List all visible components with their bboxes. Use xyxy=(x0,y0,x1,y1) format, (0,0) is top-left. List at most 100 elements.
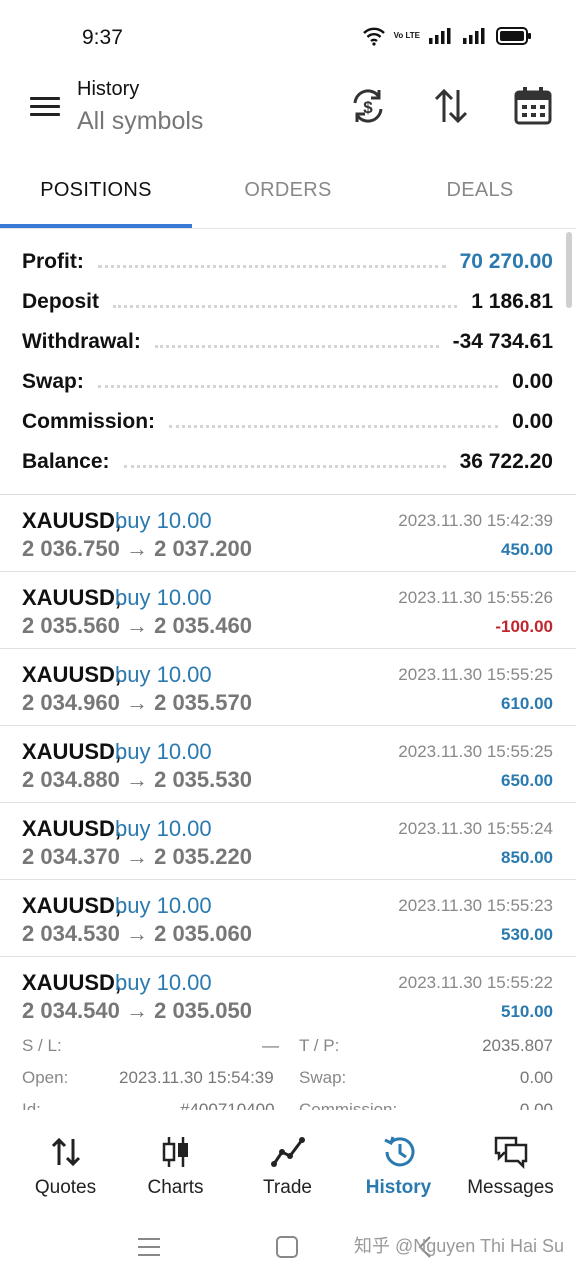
position-side: buy 10.00 xyxy=(115,970,212,995)
nav-trade[interactable]: Trade xyxy=(230,1110,345,1210)
nav-label: History xyxy=(365,1177,432,1198)
position-side: buy 10.00 xyxy=(115,816,212,841)
position-row[interactable]: XAUUSD, buy 10.00 2 034.880 → 2 035.530 … xyxy=(0,726,576,803)
position-row[interactable]: XAUUSD, buy 10.00 2 036.750 → 2 037.200 … xyxy=(0,495,576,572)
swap-label: Swap: xyxy=(299,1068,347,1087)
position-row[interactable]: XAUUSD, buy 10.00 2 035.560 → 2 035.460 … xyxy=(0,572,576,649)
position-side: buy 10.00 xyxy=(115,893,212,918)
position-prices: 2 034.880 → 2 035.530 xyxy=(22,767,252,792)
summary-row-deposit: Deposit 1 186.81 xyxy=(22,282,553,322)
position-profit: 510.00 xyxy=(501,1002,553,1021)
position-row[interactable]: XAUUSD, buy 10.00 2 034.370 → 2 035.220 … xyxy=(0,803,576,880)
summary-value: 0.00 xyxy=(512,370,553,393)
tab-positions[interactable]: POSITIONS xyxy=(0,152,192,228)
position-prices: 2 034.960 → 2 035.570 xyxy=(22,690,252,715)
summary-value: -34 734.61 xyxy=(452,330,553,353)
position-symbol: XAUUSD, xyxy=(22,970,122,995)
summary-row-withdrawal: Withdrawal: -34 734.61 xyxy=(22,322,553,362)
tp-value: 2035.807 xyxy=(482,1036,553,1055)
summary-row-balance: Balance: 36 722.20 xyxy=(22,442,553,482)
wifi-icon xyxy=(362,27,385,46)
id-value: #400710400 xyxy=(180,1100,275,1110)
position-datetime: 2023.11.30 15:55:23 xyxy=(398,896,553,915)
position-symbol: XAUUSD, xyxy=(22,893,122,918)
position-symbol: XAUUSD, xyxy=(22,662,122,687)
open-value: 2023.11.30 15:54:39 xyxy=(119,1068,274,1087)
bottom-navigation: Quotes Charts Trade History Messages xyxy=(0,1110,576,1210)
position-datetime: 2023.11.30 15:42:39 xyxy=(398,511,553,530)
summary-label: Deposit xyxy=(22,290,100,313)
summary-label: Swap: xyxy=(22,370,84,393)
position-profit: -100.00 xyxy=(495,617,553,636)
status-time: 9:37 xyxy=(82,26,123,49)
position-profit: 450.00 xyxy=(501,540,553,559)
tp-label: T / P: xyxy=(299,1036,340,1055)
position-side: buy 10.00 xyxy=(115,508,212,533)
currency-exchange-icon[interactable]: $ xyxy=(348,86,388,126)
position-side: buy 10.00 xyxy=(115,739,212,764)
candlestick-icon xyxy=(162,1137,188,1167)
messages-icon xyxy=(494,1136,527,1170)
position-symbol: XAUUSD, xyxy=(22,739,122,764)
nav-messages[interactable]: Messages xyxy=(453,1110,568,1210)
position-datetime: 2023.11.30 15:55:25 xyxy=(398,665,553,684)
position-datetime: 2023.11.30 15:55:26 xyxy=(398,588,553,607)
status-icons: Vo LTE xyxy=(362,26,532,46)
id-label: Id: xyxy=(22,1100,41,1110)
summary-label: Profit: xyxy=(22,250,84,273)
nav-charts[interactable]: Charts xyxy=(118,1110,233,1210)
position-prices: 2 036.750 → 2 037.200 xyxy=(22,536,252,561)
menu-button[interactable] xyxy=(28,92,62,122)
summary-value: 0.00 xyxy=(512,410,553,433)
history-clock-icon xyxy=(383,1136,414,1167)
position-side: buy 10.00 xyxy=(115,585,212,610)
position-symbol: XAUUSD, xyxy=(22,585,122,610)
account-summary: Profit: 70 270.00 Deposit 1 186.81 Withd… xyxy=(0,238,576,494)
recent-apps-icon[interactable] xyxy=(134,1232,164,1262)
sl-label: S / L: xyxy=(22,1036,62,1055)
quotes-arrows-icon xyxy=(51,1137,80,1167)
position-side: buy 10.00 xyxy=(115,662,212,687)
symbol-filter[interactable]: All symbols xyxy=(77,107,203,136)
page-title: History xyxy=(77,78,140,100)
position-details: S / L: — T / P: 2035.807 Open: 2023.11.3… xyxy=(0,1030,576,1110)
tabs-divider xyxy=(0,228,576,229)
position-profit: 850.00 xyxy=(501,848,553,867)
tab-orders[interactable]: ORDERS xyxy=(192,152,384,228)
tab-deals[interactable]: DEALS xyxy=(384,152,576,228)
position-row[interactable]: XAUUSD, buy 10.00 2 034.530 → 2 035.060 … xyxy=(0,880,576,957)
battery-icon xyxy=(496,27,531,45)
position-datetime: 2023.11.30 15:55:25 xyxy=(398,742,553,761)
commission-label: Commission: xyxy=(299,1100,398,1110)
position-row[interactable]: XAUUSD, buy 10.00 2 034.960 → 2 035.570 … xyxy=(0,649,576,726)
sl-value: — xyxy=(262,1036,279,1055)
position-profit: 610.00 xyxy=(501,694,553,713)
watermark: 知乎 @Nguyen Thi Hai Su xyxy=(354,1236,565,1256)
summary-value: 36 722.20 xyxy=(459,450,553,473)
summary-label: Balance: xyxy=(22,450,110,473)
status-bar: 9:37 Vo LTE xyxy=(0,0,576,72)
sort-icon[interactable] xyxy=(431,86,471,126)
home-icon[interactable] xyxy=(272,1232,302,1262)
summary-label: Commission: xyxy=(22,410,156,433)
position-prices: 2 034.370 → 2 035.220 xyxy=(22,844,252,869)
position-profit: 530.00 xyxy=(501,925,553,944)
nav-label: Messages xyxy=(467,1177,554,1198)
trade-line-icon xyxy=(270,1137,305,1167)
history-tabs: POSITIONS ORDERS DEALS xyxy=(0,152,576,228)
nav-label: Charts xyxy=(147,1177,204,1198)
calendar-icon[interactable] xyxy=(513,86,553,126)
swap-value: 0.00 xyxy=(519,1068,553,1087)
position-datetime: 2023.11.30 15:55:22 xyxy=(398,973,553,992)
volte-icon: Vo LTE xyxy=(393,31,420,40)
nav-quotes[interactable]: Quotes xyxy=(8,1110,123,1210)
commission-value: 0.00 xyxy=(519,1100,553,1110)
nav-label: Trade xyxy=(263,1177,312,1198)
position-row-expanded[interactable]: XAUUSD, buy 10.00 2 034.540 → 2 035.050 … xyxy=(0,957,576,1034)
summary-value: 70 270.00 xyxy=(459,250,553,273)
position-symbol: XAUUSD, xyxy=(22,816,122,841)
position-prices: 2 034.530 → 2 035.060 xyxy=(22,921,252,946)
open-label: Open: xyxy=(22,1068,69,1087)
nav-history[interactable]: History xyxy=(341,1110,456,1210)
position-symbol: XAUUSD, xyxy=(22,508,122,533)
